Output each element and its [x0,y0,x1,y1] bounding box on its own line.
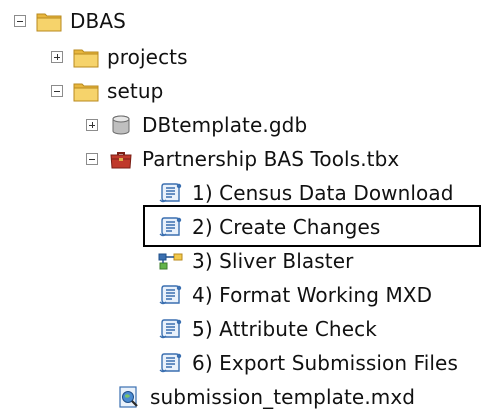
tree-node-label: DBAS [70,9,126,33]
tree-node-tool-6[interactable]: 6) Export Submission Files [158,346,458,380]
script-tool-icon [158,216,184,238]
tree-node-label: DBtemplate.gdb [142,113,308,137]
tree-node-tool-2[interactable]: 2) Create Changes [158,210,380,244]
script-tool-icon [158,318,184,340]
expand-toggle-icon[interactable] [86,119,98,131]
collapse-toggle-icon[interactable] [86,153,98,165]
tree-node-setup[interactable]: setup [51,74,163,108]
tree-node-label: setup [107,79,164,103]
collapse-toggle-icon[interactable] [51,85,63,97]
tree-node-label: 4) Format Working MXD [192,283,433,307]
tree-node-label: 2) Create Changes [192,215,381,239]
toolbox-icon [108,148,134,170]
geodatabase-icon [108,114,134,136]
tree-node-toolbox[interactable]: Partnership BAS Tools.tbx [86,142,399,176]
tree-node-tool-5[interactable]: 5) Attribute Check [158,312,377,346]
script-tool-icon [158,284,184,306]
script-tool-icon [158,352,184,374]
tree-node-label: Partnership BAS Tools.tbx [142,147,400,171]
tree-node-dbas[interactable]: DBAS [14,4,126,38]
folder-icon [73,46,99,68]
tree-node-label: projects [107,45,188,69]
tree-node-label: submission_template.mxd [150,385,416,409]
catalog-tree: DBAS projects setup DBtemplate.gdb Partn… [0,0,481,411]
tree-node-label: 5) Attribute Check [192,317,377,341]
tree-node-label: 3) Sliver Blaster [192,249,354,273]
folder-icon [36,10,62,32]
tree-node-label: 6) Export Submission Files [192,351,458,375]
tree-node-tool-3[interactable]: 3) Sliver Blaster [158,244,353,278]
collapse-toggle-icon[interactable] [14,15,26,27]
script-tool-icon [158,182,184,204]
tree-node-tool-1[interactable]: 1) Census Data Download [158,176,454,210]
model-tool-icon [158,250,184,272]
expand-toggle-icon[interactable] [51,51,63,63]
tree-node-label: 1) Census Data Download [192,181,454,205]
tree-node-projects[interactable]: projects [51,40,188,74]
map-document-icon [116,386,142,408]
tree-node-tool-4[interactable]: 4) Format Working MXD [158,278,432,312]
tree-node-submission-template-mxd[interactable]: submission_template.mxd [116,380,415,414]
folder-icon [73,80,99,102]
tree-node-dbtemplate-gdb[interactable]: DBtemplate.gdb [86,108,307,142]
